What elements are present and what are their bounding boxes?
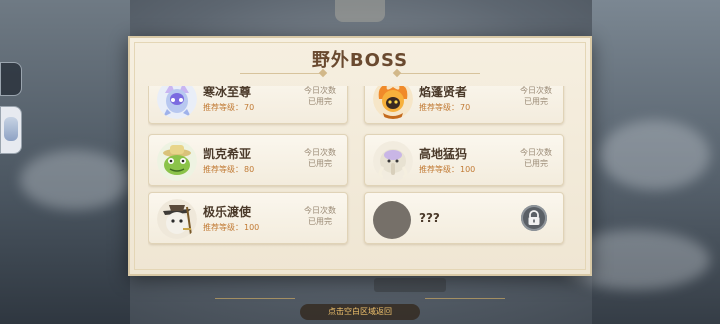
level-label: 推荐等级： xyxy=(419,165,459,174)
recommended-level: 推荐等级：100 xyxy=(419,164,475,175)
level-value: 100 xyxy=(460,165,476,174)
panel-title: 野外BOSS xyxy=(311,50,409,71)
daily-attempts-status: 今日次数 已用完 xyxy=(303,86,337,107)
level-label: 推荐等级： xyxy=(203,165,243,174)
boss-name: 高地猛犸 xyxy=(419,147,468,161)
title-divider-right xyxy=(400,73,480,74)
close-hint-text: 点击空白区域返回 xyxy=(328,307,392,316)
status-line-2: 已用完 xyxy=(524,159,548,168)
recommended-level: 推荐等级：70 xyxy=(419,102,470,113)
status-line-1: 今日次数 xyxy=(520,148,552,157)
background-watermark xyxy=(374,278,446,292)
boss-name: 凯克希亚 xyxy=(203,147,252,161)
boss-name-unknown: ??? xyxy=(419,211,440,225)
boss-name: 焰蓬贤者 xyxy=(419,86,468,99)
title-divider-left xyxy=(240,73,320,74)
character-mini-icon xyxy=(4,117,18,141)
boss-card-highland-mammoth[interactable]: 高地猛犸 推荐等级：100 今日次数已用完 xyxy=(364,134,564,186)
recommended-level: 推荐等级：100 xyxy=(203,222,259,233)
hint-divider-left xyxy=(215,298,295,299)
boss-card-bliss-ferryman[interactable]: 极乐渡使 推荐等级：100 今日次数已用完 xyxy=(148,192,348,244)
top-hanging-ornament xyxy=(335,0,385,22)
status-line-2: 已用完 xyxy=(308,97,332,106)
status-line-1: 今日次数 xyxy=(304,206,336,215)
level-label: 推荐等级： xyxy=(419,103,459,112)
recommended-level: 推荐等级：70 xyxy=(203,102,254,113)
unknown-boss-silhouette-icon xyxy=(373,201,411,239)
side-tab-character[interactable] xyxy=(0,106,22,154)
boss-portrait-flame-icon xyxy=(373,86,413,119)
level-value: 70 xyxy=(460,103,471,112)
level-value: 100 xyxy=(244,223,260,232)
boss-card-locked[interactable]: ??? xyxy=(364,192,564,244)
recommended-level: 推荐等级：80 xyxy=(203,164,254,175)
level-value: 70 xyxy=(244,103,255,112)
boss-portrait-mammoth-icon xyxy=(373,141,413,181)
level-label: 推荐等级： xyxy=(203,103,243,112)
daily-attempts-status: 今日次数 已用完 xyxy=(303,205,337,227)
status-line-2: 已用完 xyxy=(524,97,548,106)
boss-portrait-frog-icon xyxy=(157,141,197,181)
boss-name: 寒冰至尊 xyxy=(203,86,252,99)
status-line-1: 今日次数 xyxy=(520,86,552,95)
status-line-2: 已用完 xyxy=(308,217,332,226)
close-hint-bar[interactable]: 点击空白区域返回 xyxy=(300,304,420,320)
boss-list[interactable]: 寒冰至尊 推荐等级：70 今日次数 已用完 焰蓬贤者 推荐等级：70 今日次数 已用… xyxy=(148,86,572,262)
boss-card-ice-supreme[interactable]: 寒冰至尊 推荐等级：70 今日次数已用完 xyxy=(148,86,348,124)
boss-portrait-ice-icon xyxy=(157,86,197,119)
background-cloud xyxy=(20,150,130,210)
boss-name: 极乐渡使 xyxy=(203,205,252,219)
daily-attempts-status: 今日次数 已用完 xyxy=(519,147,553,169)
lock-icon xyxy=(521,205,547,231)
status-line-2: 已用完 xyxy=(308,159,332,168)
wild-boss-panel: 野外BOSS 寒冰至尊 推荐等级：70 今日次数 已用完 焰蓬贤者 推荐等级：7… xyxy=(128,36,592,276)
daily-attempts-status: 今日次数 已用完 xyxy=(519,86,553,107)
boss-portrait-ferryman-icon xyxy=(157,199,197,239)
boss-card-kekexiya[interactable]: 凯克希亚 推荐等级：80 今日次数已用完 xyxy=(148,134,348,186)
side-tab-collapsed[interactable] xyxy=(0,62,22,96)
background-cloud xyxy=(600,120,710,190)
status-line-1: 今日次数 xyxy=(304,86,336,95)
hint-divider-right xyxy=(425,298,505,299)
status-line-1: 今日次数 xyxy=(304,148,336,157)
daily-attempts-status: 今日次数 已用完 xyxy=(303,147,337,169)
level-value: 80 xyxy=(244,165,255,174)
level-label: 推荐等级： xyxy=(203,223,243,232)
boss-card-flame-sage[interactable]: 焰蓬贤者 推荐等级：70 今日次数已用完 xyxy=(364,86,564,124)
